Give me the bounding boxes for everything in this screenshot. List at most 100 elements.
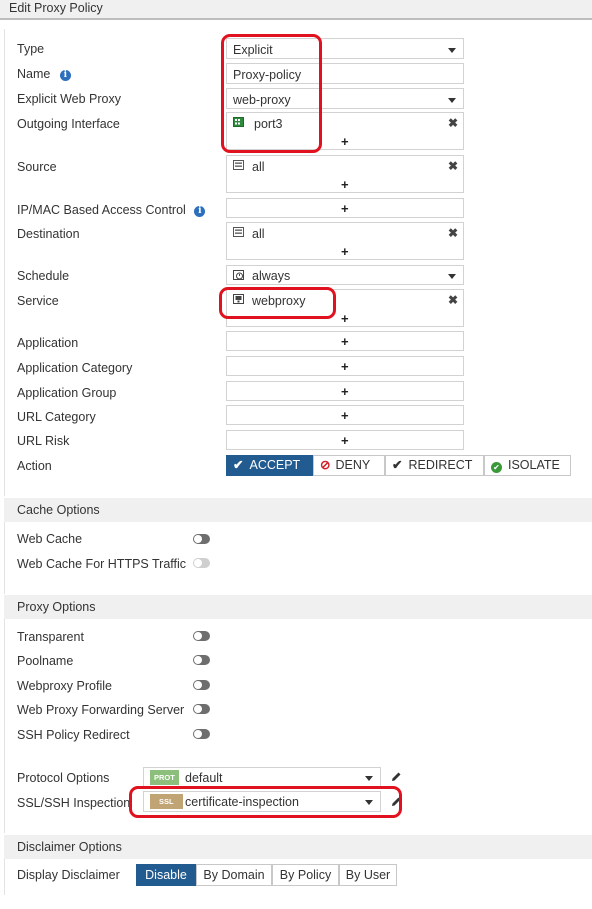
protocol-options-label: Protocol Options xyxy=(17,771,110,785)
application-category-field[interactable]: + xyxy=(226,356,464,376)
add-icon[interactable]: + xyxy=(341,245,349,258)
deny-icon: ⊘ xyxy=(320,458,331,472)
add-icon[interactable]: + xyxy=(341,409,349,422)
remove-icon[interactable]: ✖ xyxy=(448,294,458,307)
destination-label: Destination xyxy=(17,227,80,241)
add-icon[interactable]: + xyxy=(341,434,349,447)
url-category-field[interactable]: + xyxy=(226,405,464,425)
add-icon[interactable]: + xyxy=(341,178,349,191)
url-risk-field[interactable]: + xyxy=(226,430,464,450)
address-icon xyxy=(233,160,244,170)
schedule-select[interactable]: always xyxy=(226,265,464,285)
disclaimer-by-user-button[interactable]: By User xyxy=(339,864,397,886)
type-value: Explicit xyxy=(233,43,273,57)
ssl-badge: SSL xyxy=(150,794,183,809)
add-icon[interactable]: + xyxy=(341,135,349,148)
application-label: Application xyxy=(17,336,79,350)
destination-value: all xyxy=(252,227,265,241)
action-redirect-label: REDIRECT xyxy=(408,458,473,472)
transparent-toggle[interactable] xyxy=(193,631,210,641)
service-field[interactable]: webproxy ✖ + xyxy=(226,289,464,327)
application-group-field[interactable]: + xyxy=(226,381,464,401)
explicit-web-proxy-label: Explicit Web Proxy xyxy=(17,92,121,106)
url-risk-label: URL Risk xyxy=(17,434,70,448)
clock-icon xyxy=(233,270,244,280)
service-value: webproxy xyxy=(252,294,306,308)
info-icon[interactable]: i xyxy=(59,70,71,81)
ssl-ssh-select[interactable]: SSL certificate-inspection xyxy=(143,791,381,812)
chevron-down-icon xyxy=(448,274,456,279)
disclaimer-by-policy-button[interactable]: By Policy xyxy=(272,864,339,886)
application-field[interactable]: + xyxy=(226,331,464,351)
check-icon: ✔ xyxy=(392,458,403,472)
ip-mac-label-wrap: IP/MAC Based Access Control i xyxy=(17,202,206,218)
info-icon[interactable]: i xyxy=(194,206,206,217)
remove-icon[interactable]: ✖ xyxy=(448,117,458,130)
outgoing-interface-field[interactable]: port3 ✖ + xyxy=(226,112,464,150)
add-icon[interactable]: + xyxy=(341,385,349,398)
ssl-ssh-label: SSL/SSH Inspection xyxy=(17,796,131,810)
disclaimer-disable-button[interactable]: Disable xyxy=(136,864,196,886)
edit-pencil-icon[interactable] xyxy=(390,796,402,808)
action-accept-button[interactable]: ✔ ACCEPT xyxy=(226,455,313,476)
proxy-options-header: Proxy Options xyxy=(4,595,592,619)
edit-pencil-icon[interactable] xyxy=(390,771,402,783)
poolname-label: Poolname xyxy=(17,654,74,668)
add-icon[interactable]: + xyxy=(341,312,349,325)
action-isolate-label: ISOLATE xyxy=(508,458,560,472)
explicit-web-proxy-select[interactable]: web-proxy xyxy=(226,88,464,109)
address-icon xyxy=(233,227,244,237)
name-label-wrap: Name i xyxy=(17,66,71,82)
url-category-label: URL Category xyxy=(17,410,96,424)
source-label: Source xyxy=(17,160,57,174)
add-icon[interactable]: + xyxy=(341,202,349,215)
action-deny-button[interactable]: ⊘ DENY xyxy=(313,455,385,476)
webproxy-profile-label: Webproxy Profile xyxy=(17,679,112,693)
service-label: Service xyxy=(17,294,59,308)
name-label: Name xyxy=(17,67,51,81)
protocol-options-value: default xyxy=(185,771,223,785)
action-redirect-button[interactable]: ✔ REDIRECT xyxy=(385,455,484,476)
application-group-label: Application Group xyxy=(17,386,117,400)
disclaimer-by-domain-button[interactable]: By Domain xyxy=(196,864,272,886)
name-input[interactable]: Proxy-policy xyxy=(226,63,464,84)
disclaimer-options-header: Disclaimer Options xyxy=(4,835,592,859)
name-value: Proxy-policy xyxy=(233,68,302,82)
type-label: Type xyxy=(17,42,45,56)
destination-field[interactable]: all ✖ + xyxy=(226,222,464,260)
ssh-redirect-label: SSH Policy Redirect xyxy=(17,728,130,742)
forwarding-server-toggle[interactable] xyxy=(193,704,210,714)
web-cache-toggle[interactable] xyxy=(193,534,210,544)
ip-mac-field[interactable]: + xyxy=(226,198,464,218)
action-isolate-button[interactable]: ✔ ISOLATE xyxy=(484,455,571,476)
check-circle-icon: ✔ xyxy=(491,462,502,473)
webproxy-profile-toggle[interactable] xyxy=(193,680,210,690)
check-icon: ✔ xyxy=(233,458,244,472)
chevron-down-icon xyxy=(448,98,456,103)
remove-icon[interactable]: ✖ xyxy=(448,227,458,240)
remove-icon[interactable]: ✖ xyxy=(448,160,458,173)
protocol-options-select[interactable]: PROT default xyxy=(143,767,381,788)
cache-options-header: Cache Options xyxy=(4,498,592,522)
schedule-value: always xyxy=(252,269,291,283)
poolname-toggle[interactable] xyxy=(193,655,210,665)
web-cache-https-toggle[interactable] xyxy=(193,558,210,568)
forwarding-server-label: Web Proxy Forwarding Server xyxy=(17,703,185,717)
source-field[interactable]: all ✖ + xyxy=(226,155,464,193)
web-cache-label: Web Cache xyxy=(17,532,83,546)
chevron-down-icon xyxy=(365,800,373,805)
source-value: all xyxy=(252,160,265,174)
web-cache-https-label: Web Cache For HTTPS Traffic xyxy=(17,557,187,571)
add-icon[interactable]: + xyxy=(341,335,349,348)
network-port-icon xyxy=(233,117,244,127)
action-label: Action xyxy=(17,459,52,473)
add-icon[interactable]: + xyxy=(341,360,349,373)
prot-badge: PROT xyxy=(150,770,179,785)
service-icon xyxy=(233,294,244,304)
display-disclaimer-label: Display Disclaimer xyxy=(17,868,120,882)
transparent-label: Transparent xyxy=(17,630,84,644)
ssl-ssh-value: certificate-inspection xyxy=(185,795,299,809)
outgoing-interface-value: port3 xyxy=(254,117,283,131)
ssh-redirect-toggle[interactable] xyxy=(193,729,210,739)
type-select[interactable]: Explicit xyxy=(226,38,464,59)
